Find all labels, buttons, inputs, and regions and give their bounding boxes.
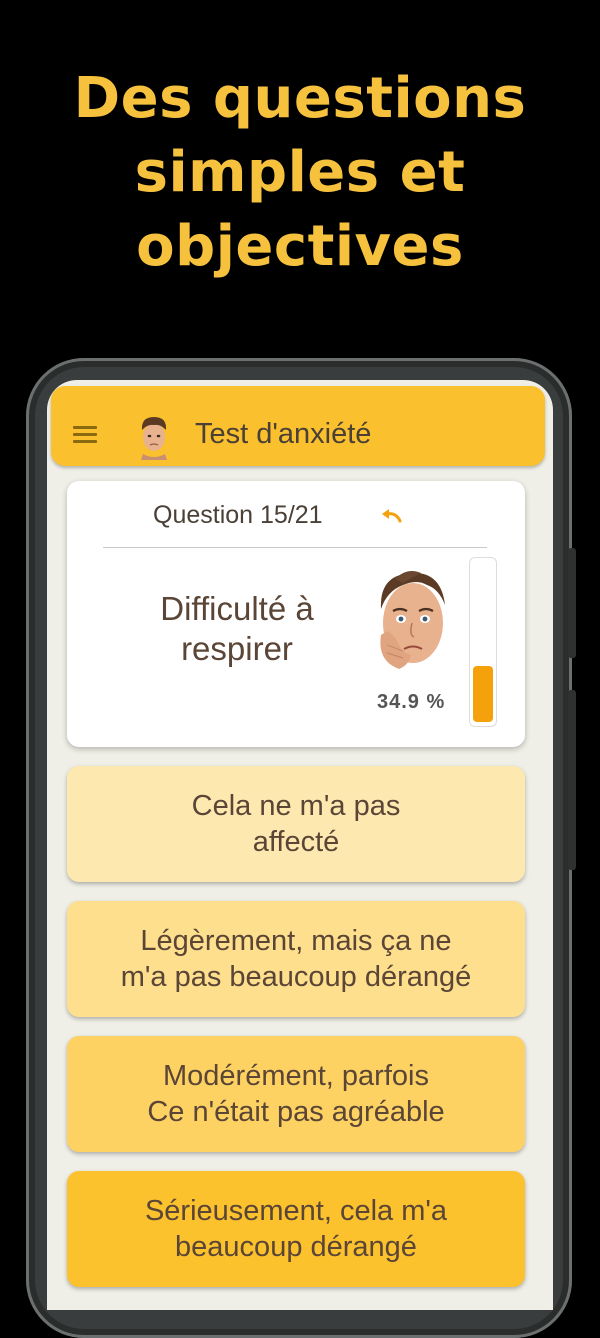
- app-screen: Test d'anxiété Question 15/21 Difficulté…: [47, 380, 553, 1310]
- app-bar: Test d'anxiété: [51, 386, 545, 466]
- answer-line: m'a pas beaucoup dérangé: [120, 961, 472, 993]
- question-card: Question 15/21 Difficulté à respirer 34.…: [67, 481, 525, 747]
- headline-line-2: simples et: [134, 140, 466, 205]
- answer-line: Modérément, parfois: [163, 1060, 429, 1092]
- answer-line: Légèrement, mais ça ne: [140, 925, 452, 957]
- question-counter: Question 15/21: [153, 501, 323, 529]
- answer-line: Ce n'était pas agréable: [147, 1096, 445, 1128]
- phone-side-button: [568, 690, 576, 870]
- phone-side-button: [568, 548, 576, 658]
- question-text-line: respirer: [181, 630, 293, 667]
- anxious-face-illustration: [380, 571, 445, 669]
- answer-line: Cela ne m'a pas: [191, 790, 401, 822]
- answer-option-4[interactable]: Sérieusement, cela m'a beaucoup dérangé: [67, 1171, 525, 1287]
- answer-option-3[interactable]: Modérément, parfois Ce n'était pas agréa…: [67, 1036, 525, 1152]
- answer-option-2[interactable]: Légèrement, mais ça ne m'a pas beaucoup …: [67, 901, 525, 1017]
- anxiety-percent: 34.9 %: [377, 691, 446, 713]
- question-text-line: Difficulté à: [160, 590, 314, 627]
- question-text: Difficulté à respirer: [107, 589, 367, 669]
- answer-option-1[interactable]: Cela ne m'a pas affecté: [67, 766, 525, 882]
- answer-line: affecté: [252, 826, 340, 858]
- answer-line: beaucoup dérangé: [175, 1231, 417, 1263]
- anxiety-gauge-fill: [473, 666, 493, 722]
- headline-line-1: Des questions: [73, 66, 527, 131]
- divider: [103, 547, 487, 548]
- headline-line-3: objectives: [136, 214, 464, 279]
- anxiety-gauge: [469, 557, 497, 727]
- promo-headline: Des questions simples et objectives: [0, 62, 600, 284]
- avatar: [141, 417, 167, 460]
- undo-icon[interactable]: [378, 506, 404, 526]
- answer-line: Sérieusement, cela m'a: [144, 1195, 448, 1227]
- menu-icon[interactable]: [73, 426, 97, 444]
- app-title: Test d'anxiété: [195, 418, 372, 450]
